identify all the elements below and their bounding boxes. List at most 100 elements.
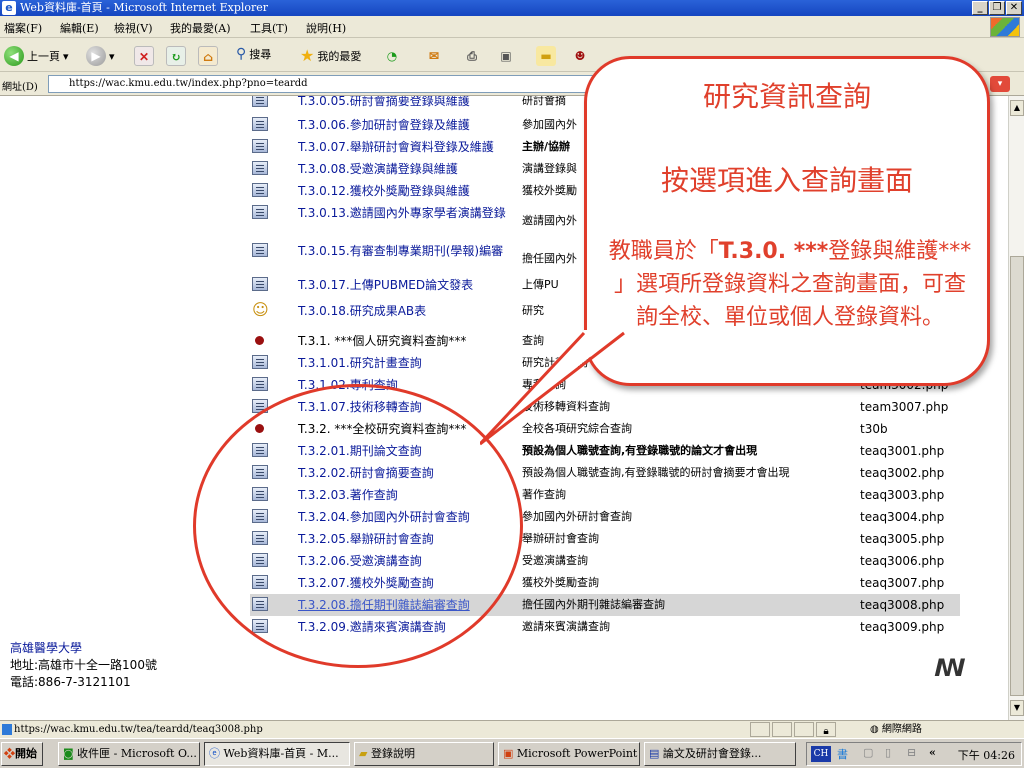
- task-word[interactable]: ▤ 論文及研討會登錄...: [644, 742, 796, 766]
- item-link[interactable]: T.3.2.03.著作查詢: [298, 488, 520, 502]
- tray-expand-icon[interactable]: «: [929, 746, 936, 759]
- menu-file[interactable]: 檔案(F): [4, 20, 42, 36]
- item-filename: teaq3003.php: [860, 488, 945, 502]
- list-item[interactable]: T.3.2.09.邀請來賓演講查詢 邀請來賓演講查詢 teaq3009.php: [250, 616, 960, 638]
- document-icon: ▤: [649, 747, 663, 760]
- item-link[interactable]: T.3.2.06.受邀演講查詢: [298, 554, 520, 568]
- task-powerpoint[interactable]: ▣ Microsoft PowerPoint ...: [498, 742, 640, 766]
- title-bar: e Web資料庫-首頁 - Microsoft Internet Explore…: [0, 0, 1024, 16]
- list-item[interactable]: T.3.2.08.擔任期刊雜誌編審查詢 擔任國內外期刊雜誌編審查詢 teaq3008…: [250, 594, 960, 616]
- item-link[interactable]: T.3.0.17.上傳PUBMED論文發表: [298, 278, 520, 292]
- window-controls: _ ❐ ✕: [972, 1, 1022, 15]
- item-link[interactable]: T.3.2.07.獲校外獎勵查詢: [298, 576, 520, 590]
- back-arrow-icon: ◀: [4, 46, 24, 66]
- refresh-icon[interactable]: ↻: [166, 46, 186, 66]
- list-item[interactable]: T.3.2.03.著作查詢 著作查詢 teaq3003.php: [250, 484, 960, 506]
- item-filename: teaq3007.php: [860, 576, 945, 590]
- list-item[interactable]: T.3.2.02.研討會摘要查詢 預設為個人職號查詢,有登錄職號的研討會摘要才會出…: [250, 462, 960, 484]
- back-button[interactable]: ◀ 上一頁 ▾: [4, 46, 69, 66]
- item-link[interactable]: T.3.0.18.研究成果AB表: [298, 304, 520, 318]
- mail-icon[interactable]: ✉: [424, 46, 444, 66]
- document-icon: [252, 575, 268, 589]
- restore-button[interactable]: ❐: [989, 1, 1005, 15]
- list-item[interactable]: T.3.2.06.受邀演講查詢 受邀演講查詢 teaq3006.php: [250, 550, 960, 572]
- history-icon[interactable]: ◔: [382, 46, 402, 66]
- item-filename: teaq3001.php: [860, 444, 945, 458]
- item-link[interactable]: T.3.0.07.舉辦研討會資料登錄及維護: [298, 140, 520, 154]
- task-ie[interactable]: ⓔ Web資料庫-首頁 - M...: [204, 742, 350, 766]
- document-icon: [252, 465, 268, 479]
- forward-button[interactable]: ▶ ▾: [86, 46, 115, 66]
- bullet-icon: [255, 336, 264, 345]
- tray-icon[interactable]: ▯: [885, 746, 891, 759]
- list-item[interactable]: T.3.2.07.獲校外獎勵查詢 獲校外獎勵查詢 teaq3007.php: [250, 572, 960, 594]
- ie-icon: ⓔ: [209, 747, 224, 760]
- start-button[interactable]: ❖開始: [1, 742, 43, 766]
- close-button[interactable]: ✕: [1006, 1, 1022, 15]
- status-pane: [772, 722, 792, 737]
- document-icon: [252, 399, 268, 413]
- menu-view[interactable]: 檢視(V): [114, 20, 153, 36]
- item-link[interactable]: T.3.0.08.受邀演講登錄與維護: [298, 162, 520, 176]
- list-item[interactable]: T.3.2.04.參加國內外研討會查詢 參加國內外研討會查詢 teaq3004.ph…: [250, 506, 960, 528]
- item-description: 受邀演講查詢: [522, 554, 588, 567]
- annotation-callout: 研究資訊查詢 按選項進入查詢畫面 教職員於「T.3.0. ***登錄與維護***…: [584, 56, 990, 386]
- tray-icon[interactable]: ▢: [863, 746, 873, 759]
- favorites-button[interactable]: ★ 我的最愛: [300, 46, 361, 65]
- menu-bar: 檔案(F) 編輯(E) 檢視(V) 我的最愛(A) 工具(T) 說明(H): [0, 16, 1024, 38]
- toolbar-extension-icon[interactable]: ▾: [990, 76, 1010, 92]
- ime-indicator[interactable]: CH: [811, 746, 831, 762]
- address-input[interactable]: https://wac.kmu.edu.tw/index.php?pno=tea…: [48, 75, 608, 93]
- callout-title: 研究資訊查詢: [702, 80, 871, 113]
- item-description: 獲校外獎勵查詢: [522, 576, 599, 589]
- list-item[interactable]: T.3.2.05.舉辦研討會查詢 舉辦研討會查詢 teaq3005.php: [250, 528, 960, 550]
- messenger-icon[interactable]: ☻: [570, 46, 590, 66]
- task-folder[interactable]: ▰ 登錄說明: [354, 742, 494, 766]
- callout-subtitle: 按選項進入查詢畫面: [660, 164, 913, 197]
- item-link[interactable]: T.3.2.04.參加國內外研討會查詢: [298, 510, 520, 524]
- document-icon: [252, 553, 268, 567]
- menu-edit[interactable]: 編輯(E): [60, 20, 99, 36]
- item-link[interactable]: T.3.0.12.獲校外獎勵登錄與維護: [298, 184, 520, 198]
- task-outlook[interactable]: ◙ 收件匣 - Microsoft O...: [58, 742, 200, 766]
- item-link[interactable]: T.3.2.08.擔任期刊雜誌編審查詢: [298, 598, 520, 612]
- autoscroll-cursor-icon: ꟿ: [934, 654, 966, 682]
- org-phone: 電話:886-7-3121101: [10, 675, 131, 689]
- minimize-button[interactable]: _: [972, 1, 988, 15]
- item-link[interactable]: T.3.0.05.研討會摘要登錄與維護: [298, 96, 520, 108]
- home-icon[interactable]: ⌂: [198, 46, 218, 66]
- forward-arrow-icon: ▶: [86, 46, 106, 66]
- lock-icon: 🔒︎: [816, 722, 836, 737]
- item-link[interactable]: T.3.2.05.舉辦研討會查詢: [298, 532, 520, 546]
- document-icon: [252, 531, 268, 545]
- item-link[interactable]: T.3.0.15.有審查制專業期刊(學報)編審: [298, 244, 520, 258]
- item-filename: teaq3004.php: [860, 510, 945, 524]
- org-address: 地址:高雄市十全一路100號: [10, 658, 157, 672]
- item-description: 參加國內外研討會查詢: [522, 510, 632, 523]
- item-filename: t30b: [860, 422, 888, 436]
- vertical-scrollbar[interactable]: ▲ ▼: [1008, 96, 1024, 720]
- menu-favorites[interactable]: 我的最愛(A): [170, 20, 231, 36]
- stop-icon[interactable]: ✕: [134, 46, 154, 66]
- item-description: 邀請來賓演講查詢: [522, 620, 610, 633]
- item-link[interactable]: T.3.2.09.邀請來賓演講查詢: [298, 620, 520, 634]
- star-icon: ★: [300, 46, 315, 65]
- item-link[interactable]: T.3.2.02.研討會摘要查詢: [298, 466, 520, 480]
- document-icon: [252, 243, 268, 257]
- search-button[interactable]: ⚲ 搜尋: [236, 46, 271, 62]
- scroll-thumb[interactable]: [1010, 256, 1024, 696]
- scroll-down-arrow-icon[interactable]: ▼: [1010, 700, 1024, 716]
- scroll-up-arrow-icon[interactable]: ▲: [1010, 100, 1024, 116]
- edit-icon[interactable]: ▣: [496, 46, 516, 66]
- tray-icon[interactable]: ⊟: [907, 746, 916, 759]
- item-filename: teaq3009.php: [860, 620, 945, 634]
- folder-icon[interactable]: ▬: [536, 46, 556, 66]
- item-link[interactable]: T.3.0.06.參加研討會登錄及維護: [298, 118, 520, 132]
- item-link[interactable]: T.3.0.13.邀請國內外專家學者演講登錄: [298, 206, 520, 220]
- menu-tools[interactable]: 工具(T): [250, 20, 288, 36]
- menu-help[interactable]: 說明(H): [306, 20, 346, 36]
- print-icon[interactable]: ⎙: [462, 46, 482, 66]
- document-icon: [252, 205, 268, 219]
- ime-mode-icon[interactable]: 書: [837, 746, 848, 762]
- status-url: https://wac.kmu.edu.tw/tea/teardd/teaq30…: [14, 724, 263, 735]
